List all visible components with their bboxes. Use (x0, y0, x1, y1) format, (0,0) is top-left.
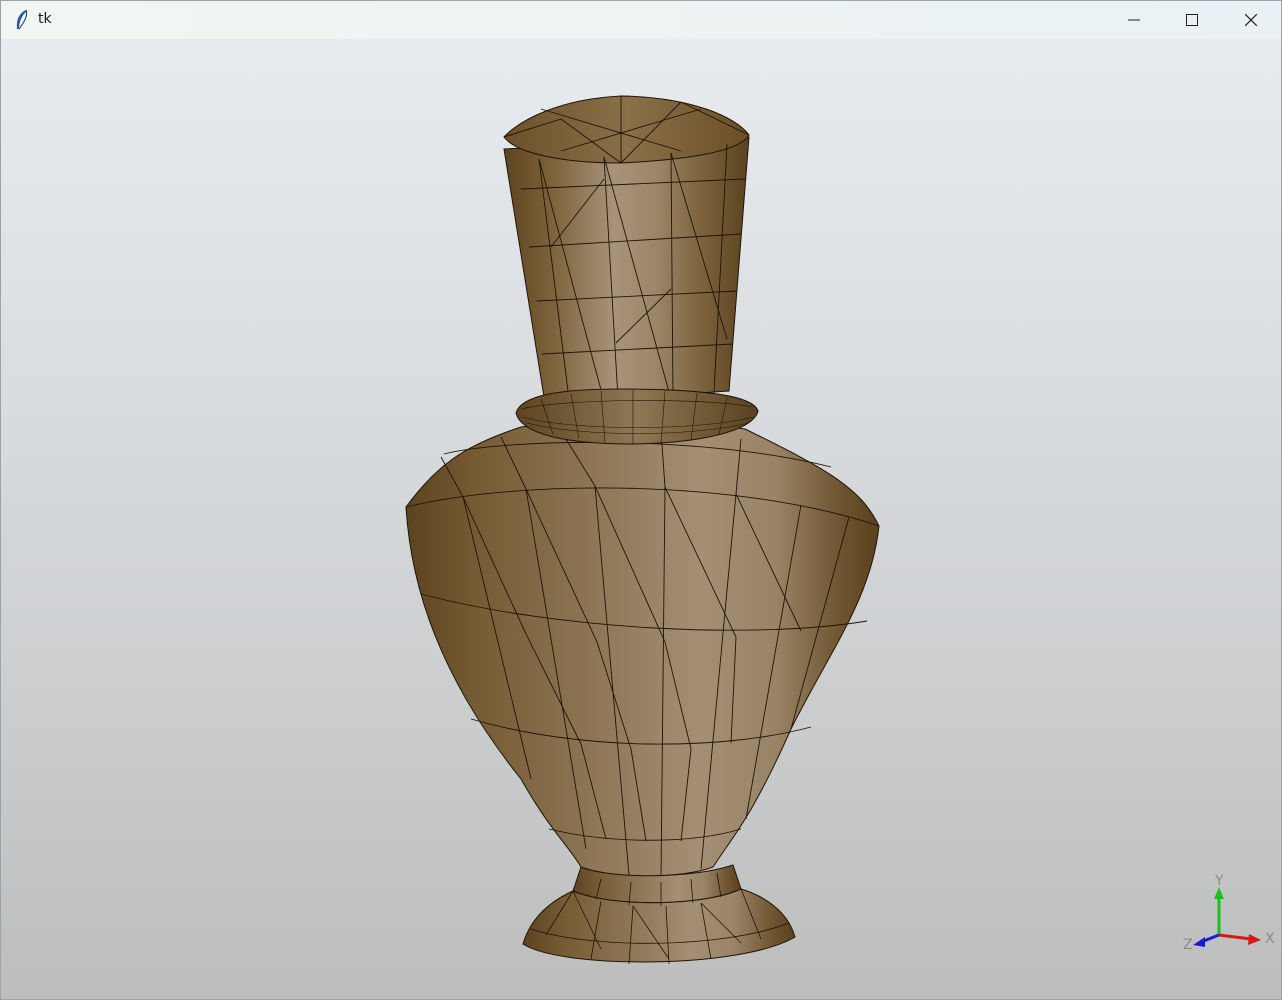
maximize-icon (1186, 14, 1198, 26)
close-button[interactable] (1222, 1, 1280, 39)
axis-y-label: Y (1214, 873, 1224, 889)
close-icon (1245, 14, 1257, 26)
axis-triad: Y X Z (1183, 873, 1275, 953)
maximize-button[interactable] (1163, 1, 1221, 39)
title-bar[interactable]: tk (1, 1, 1281, 39)
axis-z-label: Z (1183, 937, 1193, 953)
3d-viewport[interactable]: Y X Z (1, 39, 1281, 999)
feather-icon (16, 9, 28, 30)
minimize-button[interactable] (1105, 1, 1163, 39)
window-title: tk (38, 11, 52, 27)
vase-model[interactable] (1, 39, 1281, 999)
minimize-icon (1128, 19, 1140, 21)
axis-x-label: X (1265, 931, 1275, 947)
app-window: tk Y X Z (0, 0, 1282, 1000)
